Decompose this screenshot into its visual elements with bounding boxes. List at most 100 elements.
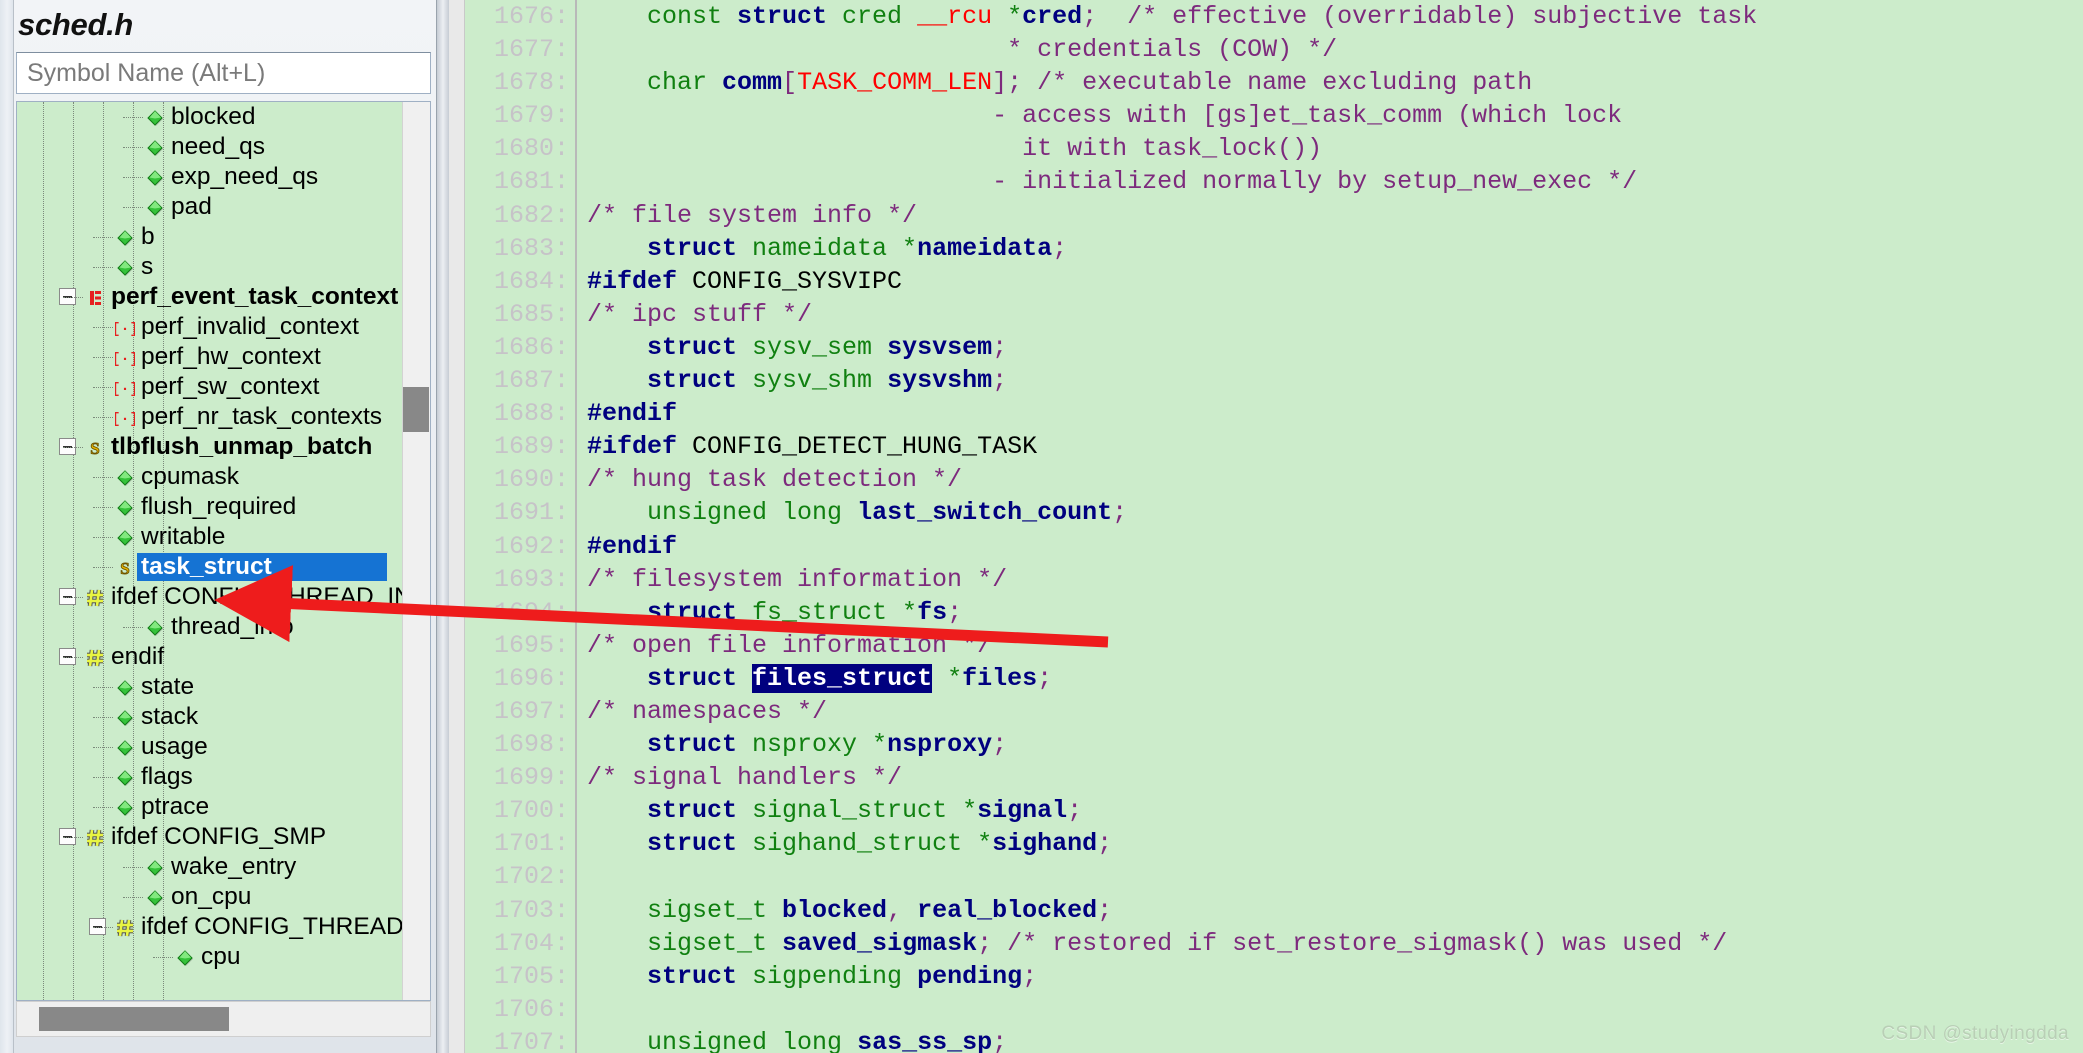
tree-item[interactable]: stack [17, 702, 402, 732]
code-token: real_blocked [917, 895, 1098, 925]
tree-item-label: s [141, 253, 154, 280]
code-line[interactable]: it with task_lock()) [587, 132, 2083, 165]
tree-item[interactable]: [·] perf_invalid_context [17, 312, 402, 342]
code-token: /* restored if set_restore_sigmask() was… [992, 928, 1728, 958]
tree-hscrollbar-thumb[interactable] [39, 1007, 229, 1031]
tree-item[interactable]: flush_required [17, 492, 402, 522]
code-line[interactable]: * credentials (COW) */ [587, 33, 2083, 66]
code-token: comm [722, 68, 783, 98]
code-line[interactable]: sigset_t saved_sigmask; /* restored if s… [587, 927, 2083, 960]
line-number: 1676: [493, 2, 569, 31]
line-number: 1693: [493, 564, 569, 594]
code-text-area[interactable]: const struct cred __rcu *cred; /* effect… [577, 0, 2083, 1053]
green-diamond-icon [145, 617, 165, 637]
code-line[interactable]: struct sysv_shm sysvshm; [587, 364, 2083, 397]
code-line[interactable]: const struct cred __rcu *cred; /* effect… [587, 0, 2083, 33]
tree-item[interactable]: usage [17, 732, 402, 762]
code-line[interactable] [587, 860, 2083, 893]
code-line[interactable]: - initialized normally by setup_new_exec… [587, 165, 2083, 198]
code-line[interactable]: /* file system info */ [587, 199, 2083, 232]
code-line[interactable]: #endif [587, 397, 2083, 430]
code-token: /* signal handlers */ [587, 763, 903, 793]
tree-item[interactable]: writable [17, 522, 402, 552]
tree-item[interactable]: pad [17, 192, 402, 222]
code-token: ; [1052, 233, 1068, 263]
code-token: , [887, 895, 918, 925]
tree-item[interactable]: [·] perf_sw_context [17, 372, 402, 402]
code-line[interactable]: #ifdef CONFIG_SYSVIPC [587, 265, 2083, 298]
code-line[interactable]: struct sysv_sem sysvsem; [587, 331, 2083, 364]
code-token: struct [647, 332, 738, 362]
panel-splitter[interactable] [437, 0, 449, 1053]
line-number: 1681: [493, 167, 569, 197]
code-token: /* file system info */ [587, 200, 918, 230]
hash-icon [85, 827, 105, 847]
tree-item[interactable]: ifdef CONFIG_THREAD_INFO_IN_TASK [17, 582, 402, 612]
green-diamond-icon [175, 947, 195, 967]
code-token: ; [1007, 68, 1023, 98]
tree-item[interactable]: [·] perf_hw_context [17, 342, 402, 372]
tree-scrollbar-thumb[interactable] [403, 387, 429, 432]
tree-item[interactable]: exp_need_qs [17, 162, 402, 192]
code-line[interactable]: struct files_struct *files; [587, 662, 2083, 695]
green-diamond-icon [115, 497, 135, 517]
line-number: 1690: [493, 465, 569, 495]
code-line[interactable]: /* signal handlers */ [587, 761, 2083, 794]
tree-item[interactable]: s [17, 252, 402, 282]
tree-item[interactable]: b [17, 222, 402, 252]
code-token: ; [1082, 2, 1098, 31]
code-line[interactable]: struct nsproxy *nsproxy; [587, 728, 2083, 761]
code-line[interactable] [587, 993, 2083, 1026]
code-line[interactable]: struct nameidata *nameidata; [587, 232, 2083, 265]
code-line[interactable]: char comm[TASK_COMM_LEN]; /* executable … [587, 66, 2083, 99]
tree-item[interactable]: ptrace [17, 792, 402, 822]
code-line[interactable]: #endif [587, 530, 2083, 563]
tree-item[interactable]: ifdef CONFIG_THREAD_INFO_IN_TASK [17, 912, 402, 942]
code-line[interactable]: struct sigpending pending; [587, 960, 2083, 993]
tree-connector [123, 147, 143, 148]
tree-horizontal-scrollbar[interactable] [16, 1001, 431, 1037]
tree-connector [123, 897, 143, 898]
code-line[interactable]: /* hung task detection */ [587, 463, 2083, 496]
code-line[interactable]: struct sighand_struct *sighand; [587, 827, 2083, 860]
tree-item[interactable]: [·] perf_nr_task_contexts [17, 402, 402, 432]
tree-item[interactable]: thread_info [17, 612, 402, 642]
symbol-tree-container: blocked need_qs exp_need_qs pad b s perf_event… [16, 101, 431, 1001]
tree-item[interactable]: perf_event_task_context [17, 282, 402, 312]
tree-item[interactable]: endif [17, 642, 402, 672]
code-line[interactable]: sigset_t blocked, real_blocked; [587, 894, 2083, 927]
code-line[interactable]: unsigned long sas_ss_sp; [587, 1026, 2083, 1053]
symbol-search-input[interactable]: Symbol Name (Alt+L) [16, 52, 431, 94]
tree-item[interactable]: ifdef CONFIG_SMP [17, 822, 402, 852]
code-token: - access with [gs]et_task_comm (which lo… [587, 101, 1623, 131]
tree-connector [93, 417, 113, 418]
tree-item-selected[interactable]: Stask_struct [17, 552, 402, 582]
tree-item[interactable]: cpu [17, 942, 402, 972]
tree-item[interactable]: Stlbflush_unmap_batch [17, 432, 402, 462]
tree-item[interactable]: on_cpu [17, 882, 402, 912]
code-line[interactable]: /* namespaces */ [587, 695, 2083, 728]
code-token: CONFIG_DETECT_HUNG_TASK [677, 432, 1038, 462]
code-token: nameidata * [737, 233, 918, 263]
tree-item-label: flush_required [141, 493, 297, 520]
tree-vertical-scrollbar[interactable] [402, 102, 430, 1000]
tree-item[interactable]: cpumask [17, 462, 402, 492]
tree-item[interactable]: wake_entry [17, 852, 402, 882]
code-line[interactable]: #ifdef CONFIG_DETECT_HUNG_TASK [587, 430, 2083, 463]
tree-item[interactable]: state [17, 672, 402, 702]
tree-item[interactable]: flags [17, 762, 402, 792]
code-line[interactable]: /* open file information */ [587, 629, 2083, 662]
code-line[interactable]: - access with [gs]et_task_comm (which lo… [587, 99, 2083, 132]
symbol-tree[interactable]: blocked need_qs exp_need_qs pad b s perf_event… [17, 102, 402, 1000]
tree-item[interactable]: blocked [17, 102, 402, 132]
code-line[interactable]: struct signal_struct *signal; [587, 794, 2083, 827]
code-line[interactable]: /* ipc stuff */ [587, 298, 2083, 331]
code-line[interactable]: unsigned long last_switch_count; [587, 496, 2083, 529]
code-line[interactable]: /* filesystem information */ [587, 563, 2083, 596]
tree-connector [123, 207, 143, 208]
line-number: 1678: [493, 68, 569, 98]
code-line[interactable]: struct fs_struct *fs; [587, 596, 2083, 629]
tree-item[interactable]: need_qs [17, 132, 402, 162]
